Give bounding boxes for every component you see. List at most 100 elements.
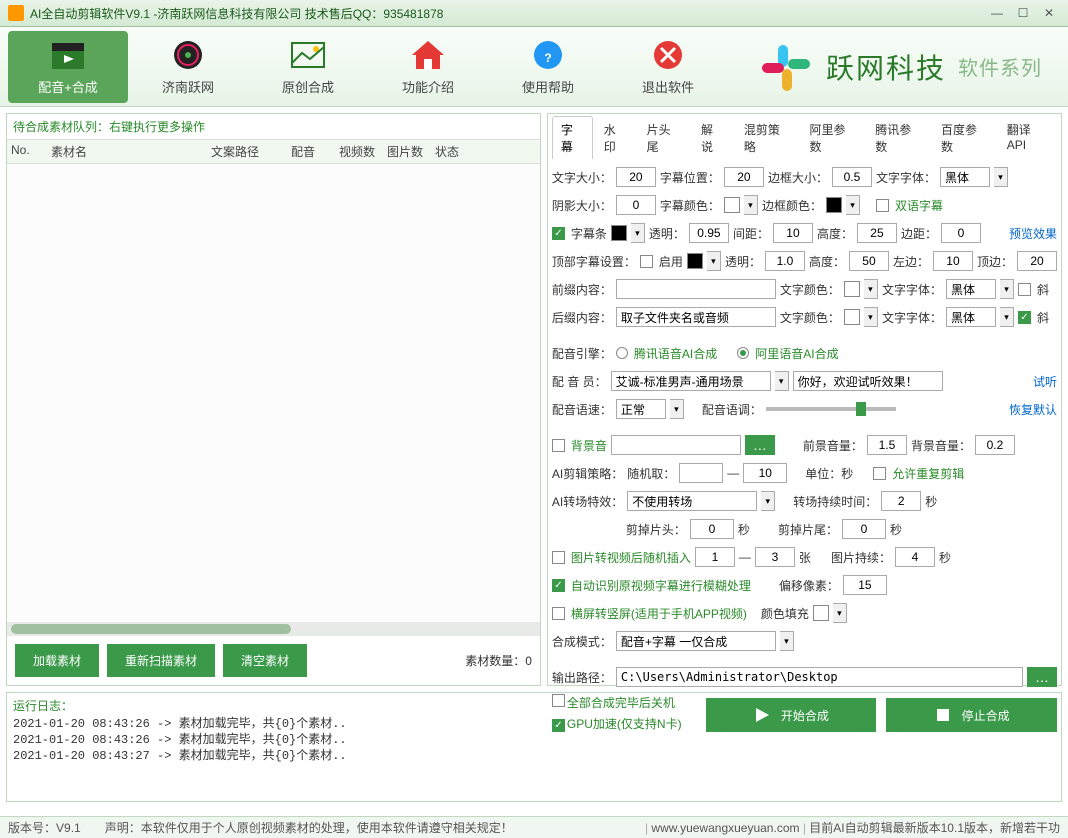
chevron-down-icon[interactable]: ▾ (846, 195, 860, 215)
prefix-italic-checkbox[interactable] (1018, 283, 1031, 296)
tab-baidu-params[interactable]: 百度参数 (932, 116, 996, 159)
test-voice-link[interactable]: 试听 (1033, 373, 1057, 390)
bg-vol-input[interactable] (975, 435, 1015, 455)
voice-select[interactable] (611, 371, 771, 391)
chevron-down-icon[interactable]: ▾ (833, 603, 847, 623)
top-left-input[interactable] (933, 251, 973, 271)
chevron-down-icon[interactable]: ▾ (707, 251, 721, 271)
random-from-input[interactable] (679, 463, 723, 483)
preview-link[interactable]: 预览效果 (1009, 225, 1057, 242)
speed-select[interactable] (616, 399, 666, 419)
border-color-swatch[interactable] (826, 197, 842, 213)
clear-material-button[interactable]: 清空素材 (223, 644, 307, 677)
top-alpha-input[interactable] (765, 251, 805, 271)
bilingual-checkbox[interactable] (876, 199, 889, 212)
reset-link[interactable]: 恢复默认 (1009, 401, 1057, 418)
engine-ali-radio[interactable] (737, 347, 749, 359)
bgm-path-input[interactable] (611, 435, 741, 455)
rescan-material-button[interactable]: 重新扫描素材 (107, 644, 215, 677)
tool-label: 济南跃网 (162, 77, 214, 96)
tab-ali-params[interactable]: 阿里参数 (801, 116, 865, 159)
tab-narration[interactable]: 解说 (692, 116, 733, 159)
mode-select[interactable] (616, 631, 776, 651)
engine-tencent-radio[interactable] (616, 347, 628, 359)
trans-dur-input[interactable] (881, 491, 921, 511)
close-button[interactable]: ✕ (1038, 4, 1060, 22)
chevron-down-icon[interactable]: ▾ (1000, 307, 1014, 327)
img-insert-checkbox[interactable] (552, 551, 565, 564)
chevron-down-icon[interactable]: ▾ (994, 167, 1008, 187)
top-height-input[interactable] (849, 251, 889, 271)
prefix-font-select[interactable] (946, 279, 996, 299)
bar-color-swatch[interactable] (611, 225, 627, 241)
top-margin-input[interactable] (1017, 251, 1057, 271)
chevron-down-icon[interactable]: ▾ (864, 279, 878, 299)
bar-margin-input[interactable] (941, 223, 981, 243)
bar-height-input[interactable] (857, 223, 897, 243)
queue-table-body[interactable] (7, 164, 540, 622)
chevron-down-icon[interactable]: ▾ (1000, 279, 1014, 299)
chevron-down-icon[interactable]: ▾ (864, 307, 878, 327)
output-browse-button[interactable]: … (1027, 667, 1057, 687)
prefix-input[interactable] (616, 279, 776, 299)
voice-label: 配 音 员： (552, 373, 607, 390)
font-size-input[interactable] (616, 167, 656, 187)
portrait-checkbox[interactable] (552, 607, 565, 620)
horizontal-scrollbar[interactable] (7, 622, 540, 636)
minimize-button[interactable]: — (986, 4, 1008, 22)
load-material-button[interactable]: 加载素材 (15, 644, 99, 677)
img-dur-input[interactable] (895, 547, 935, 567)
tab-translate-api[interactable]: 翻译API (998, 116, 1057, 159)
suffix-italic-checkbox[interactable] (1018, 311, 1031, 324)
font-family-select[interactable] (940, 167, 990, 187)
tab-subtitle[interactable]: 字幕 (552, 116, 593, 159)
chevron-down-icon[interactable]: ▾ (631, 223, 645, 243)
tool-compose[interactable]: 配音+合成 (8, 31, 128, 103)
suffix-font-select[interactable] (946, 307, 996, 327)
allow-repeat-checkbox[interactable] (873, 467, 886, 480)
subtitle-pos-input[interactable] (724, 167, 764, 187)
fg-vol-input[interactable] (867, 435, 907, 455)
chevron-down-icon[interactable]: ▾ (744, 195, 758, 215)
chevron-down-icon[interactable]: ▾ (775, 371, 789, 391)
bgm-checkbox[interactable] (552, 439, 565, 452)
tool-features[interactable]: 功能介绍 (368, 31, 488, 103)
random-to-input[interactable] (743, 463, 787, 483)
subtitle-color-swatch[interactable] (724, 197, 740, 213)
bgm-browse-button[interactable]: … (745, 435, 775, 455)
subtitle-bar-checkbox[interactable] (552, 227, 565, 240)
offset-input[interactable] (843, 575, 887, 595)
bar-alpha-input[interactable] (689, 223, 729, 243)
border-size-input[interactable] (832, 167, 872, 187)
tab-watermark[interactable]: 水印 (595, 116, 636, 159)
cut-head-input[interactable] (690, 519, 734, 539)
tab-headtail[interactable]: 片头尾 (638, 116, 690, 159)
tool-original[interactable]: 原创合成 (248, 31, 368, 103)
tab-tencent-params[interactable]: 腾讯参数 (866, 116, 930, 159)
cut-tail-input[interactable] (842, 519, 886, 539)
chevron-down-icon[interactable]: ▾ (670, 399, 684, 419)
top-enable-checkbox[interactable] (640, 255, 653, 268)
top-color-swatch[interactable] (687, 253, 703, 269)
img-from-input[interactable] (695, 547, 735, 567)
suffix-color-swatch[interactable] (844, 309, 860, 325)
voice-test-input[interactable] (793, 371, 943, 391)
auto-blur-checkbox[interactable] (552, 579, 565, 592)
tool-exit[interactable]: 退出软件 (608, 31, 728, 103)
chevron-down-icon[interactable]: ▾ (761, 491, 775, 511)
transition-select[interactable] (627, 491, 757, 511)
tool-yuewang[interactable]: 济南跃网 (128, 31, 248, 103)
tone-slider[interactable] (766, 407, 896, 411)
chevron-down-icon[interactable]: ▾ (780, 631, 794, 651)
img-to-input[interactable] (755, 547, 795, 567)
tool-help[interactable]: ? 使用帮助 (488, 31, 608, 103)
tab-mix-strategy[interactable]: 混剪策略 (735, 116, 799, 159)
shadow-input[interactable] (616, 195, 656, 215)
prefix-color-swatch[interactable] (844, 281, 860, 297)
maximize-button[interactable]: ☐ (1012, 4, 1034, 22)
fill-color-swatch[interactable] (813, 605, 829, 621)
suffix-input[interactable] (616, 307, 776, 327)
bar-gap-input[interactable] (773, 223, 813, 243)
site-url[interactable]: www.yuewangxueyuan.com (651, 821, 799, 835)
output-path-input[interactable] (616, 667, 1023, 687)
